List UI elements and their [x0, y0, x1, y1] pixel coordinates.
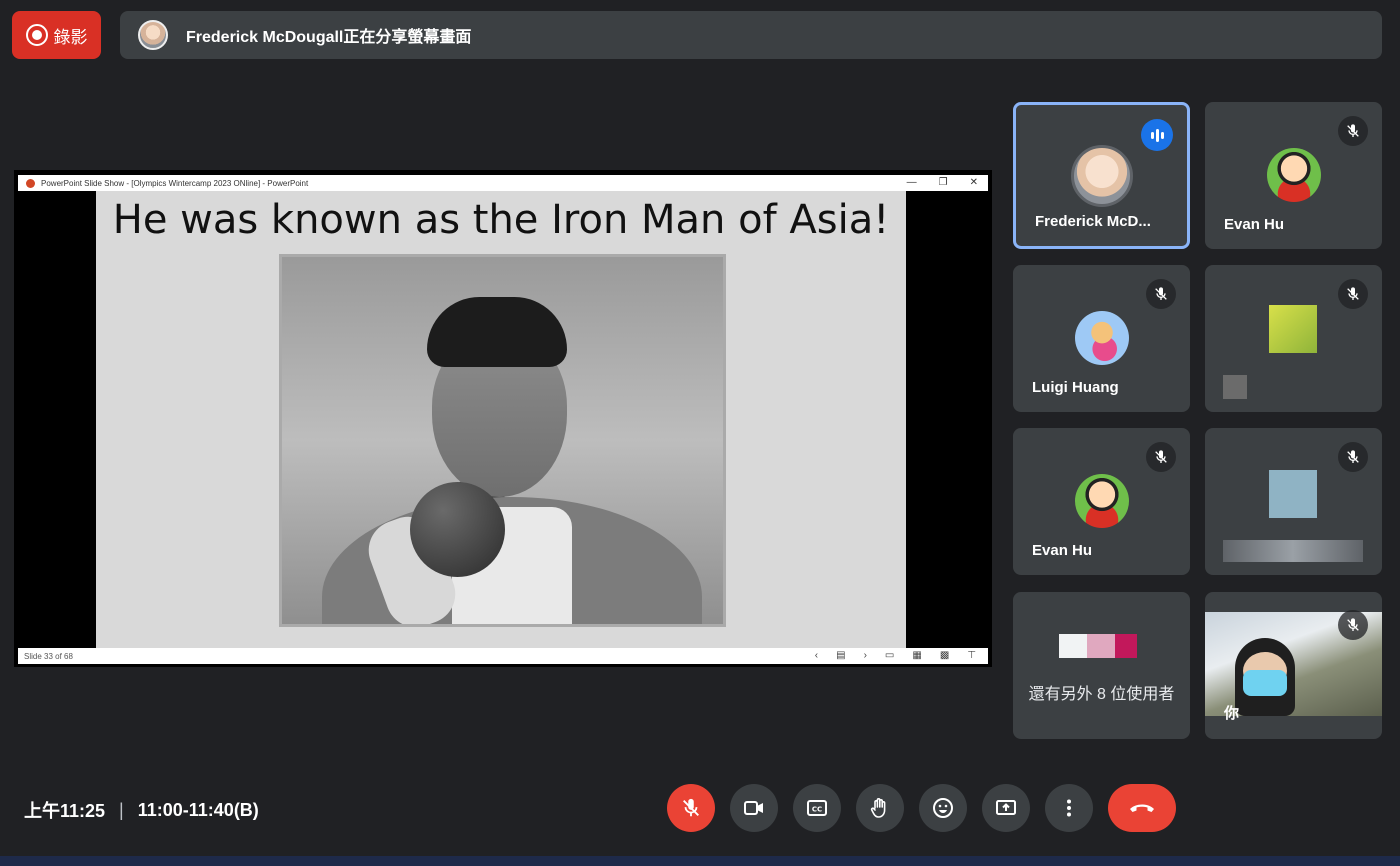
- more-vert-icon: [1067, 799, 1071, 817]
- notes-icon: ▤: [836, 650, 846, 661]
- participant-tile-frederick[interactable]: Frederick McD...: [1013, 102, 1190, 249]
- prev-slide-icon: ‹: [814, 650, 819, 661]
- restore-icon: ❐: [938, 177, 948, 188]
- participant-name: Evan Hu: [1224, 216, 1285, 233]
- powerpoint-titlebar: PowerPoint Slide Show - [Olympics Winter…: [18, 175, 988, 191]
- svg-text:CC: CC: [812, 806, 822, 814]
- sorter-view-icon: ▦: [912, 650, 922, 661]
- meeting-info: 上午11:25 | 11:00-11:40(B): [24, 797, 259, 823]
- emoji-icon: [933, 798, 953, 818]
- minimize-icon: —: [906, 177, 917, 188]
- hang-up-icon: [1130, 804, 1154, 812]
- mic-off-icon: [1338, 279, 1368, 309]
- captions-icon: CC: [807, 800, 827, 816]
- participant-name: Evan Hu: [1032, 542, 1093, 559]
- shared-screen: PowerPoint Slide Show - [Olympics Winter…: [14, 170, 992, 667]
- mic-off-icon: [683, 798, 699, 817]
- mic-off-icon: [1338, 442, 1368, 472]
- participant-tile-blurred-1[interactable]: [1205, 265, 1382, 412]
- captions-button[interactable]: CC: [793, 784, 841, 832]
- participant-tile-evan-hu[interactable]: Evan Hu: [1205, 102, 1382, 249]
- participant-name: Luigi Huang: [1032, 379, 1119, 396]
- slideshow-view-icon: ⊤: [967, 650, 976, 661]
- participant-tile-others[interactable]: 還有另外 8 位使用者: [1013, 592, 1190, 739]
- screen-share-banner: Frederick McDougall正在分享螢幕畫面: [120, 11, 1382, 59]
- others-count-label: 還有另外 8 位使用者: [1028, 686, 1175, 703]
- participant-name: Frederick McD...: [1035, 213, 1151, 230]
- record-label: 錄影: [53, 27, 88, 47]
- presenter-avatar: [138, 20, 168, 50]
- close-icon: ✕: [969, 177, 978, 188]
- avatar: [1269, 470, 1317, 518]
- raise-hand-button[interactable]: [856, 784, 904, 832]
- reactions-button[interactable]: [919, 784, 967, 832]
- avatar: [1070, 145, 1133, 207]
- participant-tile-blurred-2[interactable]: [1205, 428, 1382, 575]
- share-text: Frederick McDougall正在分享螢幕畫面: [186, 29, 472, 46]
- avatar: [1074, 311, 1129, 365]
- more-options-button[interactable]: [1045, 784, 1093, 832]
- window-title: PowerPoint Slide Show - [Olympics Winter…: [41, 178, 309, 188]
- clock: 上午11:25: [24, 801, 106, 821]
- normal-view-icon: ▭: [884, 650, 895, 661]
- slide: He was known as the Iron Man of Asia!: [96, 191, 906, 648]
- os-taskbar: [0, 856, 1400, 866]
- mic-off-icon: [1338, 116, 1368, 146]
- record-icon: [25, 24, 48, 46]
- present-screen-button[interactable]: [982, 784, 1030, 832]
- raise-hand-icon: [870, 798, 886, 818]
- microphone-toggle-button[interactable]: [667, 784, 715, 832]
- camera-icon: [744, 801, 763, 815]
- next-slide-icon: ›: [863, 650, 867, 661]
- participant-name: 你: [1224, 705, 1240, 722]
- participant-tile-self[interactable]: 你: [1205, 592, 1382, 739]
- mic-off-icon: [1146, 442, 1176, 472]
- slide-title: He was known as the Iron Man of Asia!: [112, 197, 890, 243]
- powerpoint-icon: [26, 178, 35, 188]
- avatar: [1074, 474, 1129, 528]
- participant-tile-luigi-huang[interactable]: Luigi Huang: [1013, 265, 1190, 412]
- powerpoint-statusbar: Slide 33 of 68 ‹ ▤ › ▭ ▦ ▩ ⊤: [18, 648, 988, 664]
- leave-call-button[interactable]: [1108, 784, 1176, 832]
- avatar: [1266, 148, 1321, 202]
- avatar: [1269, 305, 1317, 353]
- record-button[interactable]: 錄影: [12, 11, 101, 59]
- reading-view-icon: ▩: [939, 650, 950, 661]
- slide-photo: [279, 254, 726, 627]
- camera-toggle-button[interactable]: [730, 784, 778, 832]
- mic-off-icon: [1146, 279, 1176, 309]
- present-screen-icon: [996, 800, 1016, 815]
- separator: |: [119, 799, 124, 820]
- speaking-indicator-icon: [1141, 119, 1173, 151]
- slide-counter: Slide 33 of 68: [24, 651, 73, 661]
- meeting-name[interactable]: 11:00-11:40(B): [138, 800, 259, 821]
- mic-off-icon: [1338, 610, 1368, 640]
- participant-tile-evan-hu-2[interactable]: Evan Hu: [1013, 428, 1190, 575]
